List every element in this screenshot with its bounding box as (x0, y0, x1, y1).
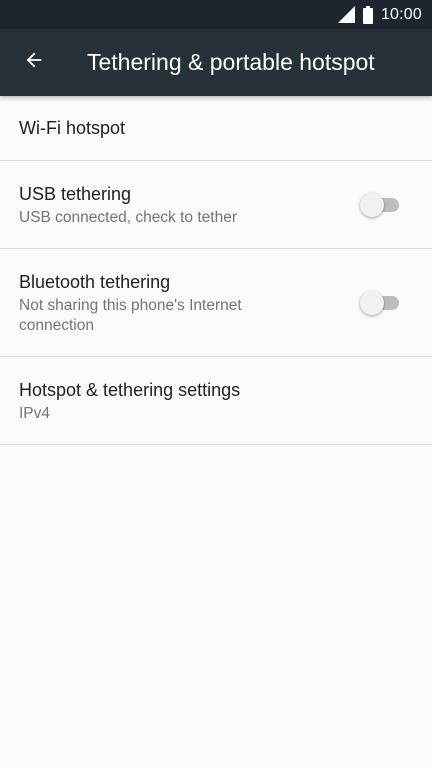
usb-tethering-title: USB tethering (19, 183, 132, 204)
item-text: Wi-Fi hotspot (19, 116, 400, 140)
toggle-thumb (360, 290, 384, 315)
toggle-thumb (360, 192, 384, 217)
page-title: Tethering & portable hotspot (87, 49, 375, 75)
usb-tethering-toggle[interactable] (360, 192, 400, 217)
arrow-back-icon (23, 49, 45, 76)
bluetooth-tethering-title: Bluetooth tethering (19, 271, 171, 292)
app-bar: Tethering & portable hotspot (0, 29, 432, 96)
hotspot-settings-item[interactable]: Hotspot & tethering settings IPv4 (0, 357, 432, 445)
settings-list: Wi-Fi hotspot USB tethering USB connecte… (0, 96, 432, 445)
status-time: 10:00 (380, 5, 422, 23)
bluetooth-tethering-summary: Not sharing this phone's Internet connec… (19, 296, 242, 334)
usb-tethering-item[interactable]: USB tethering USB connected, check to te… (0, 161, 432, 249)
status-bar: 10:00 (0, 0, 432, 29)
item-text: Bluetooth tethering Not sharing this pho… (19, 270, 360, 336)
bluetooth-tethering-item[interactable]: Bluetooth tethering Not sharing this pho… (0, 249, 432, 357)
usb-tethering-summary: USB connected, check to tether (19, 208, 237, 226)
hotspot-settings-summary: IPv4 (19, 404, 51, 422)
battery-icon (362, 5, 373, 24)
item-text: Hotspot & tethering settings IPv4 (19, 378, 400, 424)
bluetooth-tethering-toggle[interactable] (360, 290, 400, 315)
item-text: USB tethering USB connected, check to te… (19, 182, 360, 228)
wifi-hotspot-item[interactable]: Wi-Fi hotspot (0, 96, 432, 161)
hotspot-settings-title: Hotspot & tethering settings (19, 379, 241, 400)
cell-signal-icon (337, 6, 355, 23)
wifi-hotspot-title: Wi-Fi hotspot (19, 118, 126, 138)
back-button[interactable] (10, 39, 58, 87)
